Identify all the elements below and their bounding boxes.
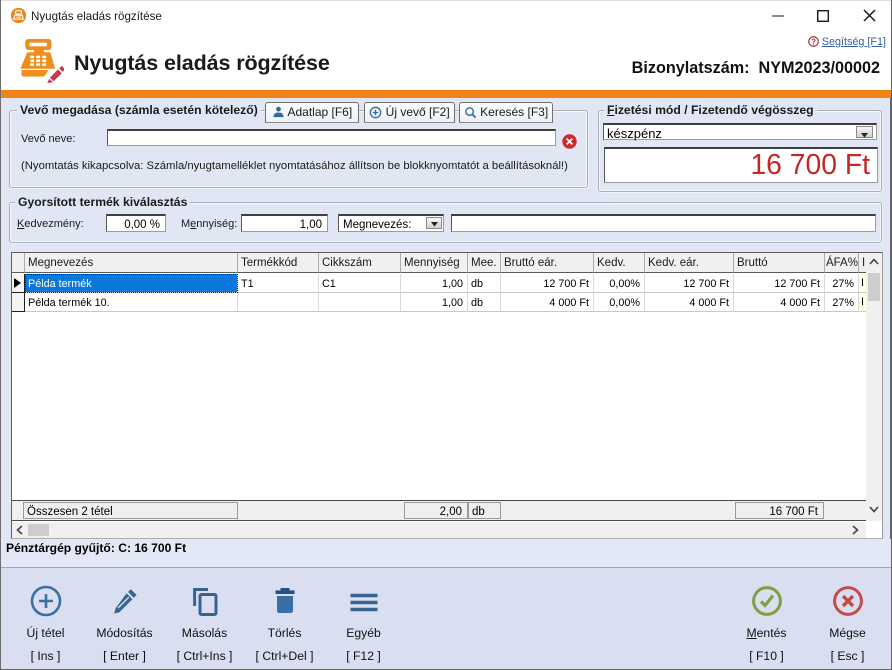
svg-text:?: ? (811, 37, 816, 46)
